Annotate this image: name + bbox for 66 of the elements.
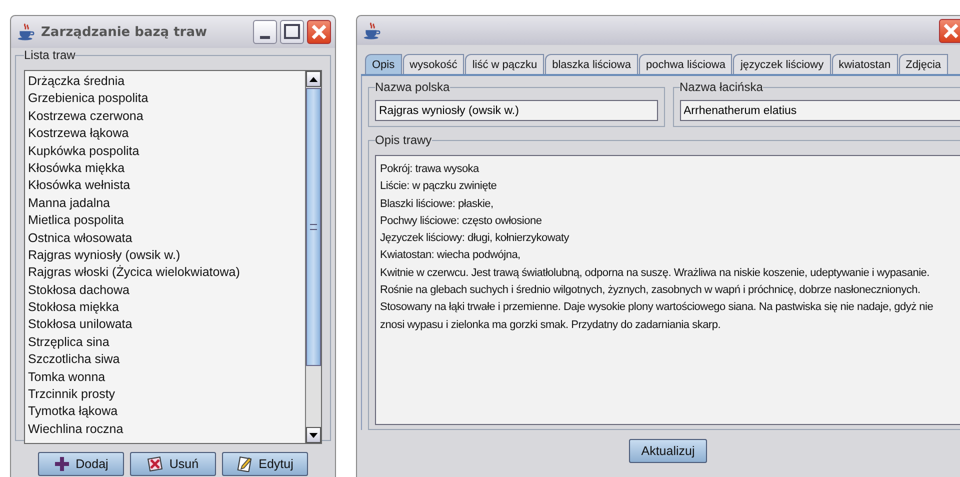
list-item[interactable]: Strzęplica sina xyxy=(28,334,302,352)
list-item[interactable]: Stokłosa dachowa xyxy=(28,282,302,300)
tab[interactable]: liść w pączku xyxy=(465,54,544,74)
text-line: Rośnie na glebach suchych i średnio wilgotnych, żyznych, zasobnych w wapń i próchnicę, dobrze nasłonecznionych. xyxy=(380,283,922,298)
delete-icon xyxy=(147,456,164,472)
list-item[interactable]: Manna jadalna xyxy=(28,194,302,212)
list-item[interactable]: Grzebienica pospolita xyxy=(28,90,302,108)
maximize-button[interactable] xyxy=(280,20,304,44)
list-item[interactable]: Trzcinnik prosty xyxy=(28,386,302,404)
tab[interactable]: Opis xyxy=(365,54,402,74)
tab[interactable]: pochwa liściowa xyxy=(638,54,732,74)
text-line: Pokrój: trawa wysoka xyxy=(380,162,480,177)
close-button[interactable] xyxy=(939,18,960,42)
text-line: znosi wypasu i zielonka ma gorzki smak. Przydatny do zadarniania skarp. xyxy=(380,318,722,333)
list-item[interactable]: Kostrzewa czerwona xyxy=(28,108,302,126)
group-label: Nazwa polska xyxy=(375,80,450,94)
coffee-cup-icon xyxy=(363,22,381,40)
group-label: Nazwa łacińska xyxy=(680,80,763,94)
text-line: Stosowany na łąki trwałe i przemienne. Daje wysokie plony wartościowego siana. Na pastwiska się nie nadaje, gdyż nie xyxy=(380,300,934,316)
tab[interactable]: kwiatostan xyxy=(832,54,898,74)
list-item[interactable]: Stokłosa unilowata xyxy=(28,316,302,334)
list-item[interactable]: Stokłosa miękka xyxy=(28,299,302,316)
tab[interactable]: języczek liściowy xyxy=(733,54,831,74)
text-line: Języczek liściowy: długi, kołnierzykowaty xyxy=(380,231,570,246)
list-item[interactable]: Kłosówka miękka xyxy=(28,160,302,178)
text-line: Kwiatostan: wiecha podwójna, xyxy=(380,248,522,264)
text-field[interactable]: Arrhenatherum elatius xyxy=(680,100,960,121)
tab[interactable]: wysokość xyxy=(402,54,464,74)
coffee-cup-icon xyxy=(17,23,35,41)
text-line: Kwitnie w czerwcu. Jest trawą światłolubną, odporna na suszę. Wrażliwa na niskie koszenie, udeptywanie i wypasanie. xyxy=(380,266,930,281)
group-label: Lista traw xyxy=(24,48,76,62)
close-button[interactable] xyxy=(307,20,331,44)
delete-button[interactable]: Usuń xyxy=(130,452,216,476)
scroll-up-button[interactable] xyxy=(306,71,321,87)
list-item[interactable]: Mietlica pospolita xyxy=(28,212,302,230)
list-item[interactable]: Ostnica włosowata xyxy=(28,230,302,247)
text-line: Pochwy liściowe: często owłosione xyxy=(380,214,543,229)
tab[interactable]: blaszka liściowa xyxy=(545,54,638,74)
add-button[interactable]: Dodaj xyxy=(38,452,124,476)
list-item[interactable]: Tomka wonna xyxy=(28,368,302,386)
list-item[interactable]: Kostrzewa łąkowa xyxy=(28,125,302,143)
list-item[interactable]: Wiechlina roczna xyxy=(28,420,302,438)
text-field[interactable]: Rajgras wyniosły (owsik w.) xyxy=(375,100,658,121)
scrollbar-thumb[interactable] xyxy=(306,88,321,366)
scroll-down-button[interactable] xyxy=(306,427,321,443)
minimize-button[interactable] xyxy=(253,20,277,44)
list-item[interactable]: Szczotlicha siwa xyxy=(28,351,302,369)
plus-icon xyxy=(54,456,70,472)
group-label: Opis trawy xyxy=(375,133,432,147)
down-arrow-icon xyxy=(309,432,318,438)
list-item[interactable]: Kupkówka pospolita xyxy=(28,142,302,160)
tab[interactable]: Zdjęcia xyxy=(898,54,948,74)
text-line: Liście: w pączku zwinięte xyxy=(380,179,498,194)
list-item[interactable]: Rajgras wyniosły (owsik w.) xyxy=(28,246,302,264)
list-item[interactable]: Rajgras włoski (Życica wielokwiatowa) xyxy=(28,264,302,282)
list-item[interactable]: Drżączka średnia xyxy=(28,73,302,90)
pencil-icon xyxy=(236,456,253,472)
update-button[interactable]: Aktualizuj xyxy=(629,439,707,463)
text-line: Blaszki liściowe: płaskie, xyxy=(380,196,494,212)
scrollbar[interactable] xyxy=(305,71,321,443)
window-title: Zarządzanie bazą traw xyxy=(41,24,207,40)
edit-button[interactable]: Edytuj xyxy=(222,452,308,476)
list-item[interactable]: Tymotka łąkowa xyxy=(28,403,302,421)
up-arrow-icon xyxy=(309,76,318,82)
list-item[interactable]: Kłosówka wełnista xyxy=(28,177,302,195)
minimize-icon xyxy=(260,36,270,38)
